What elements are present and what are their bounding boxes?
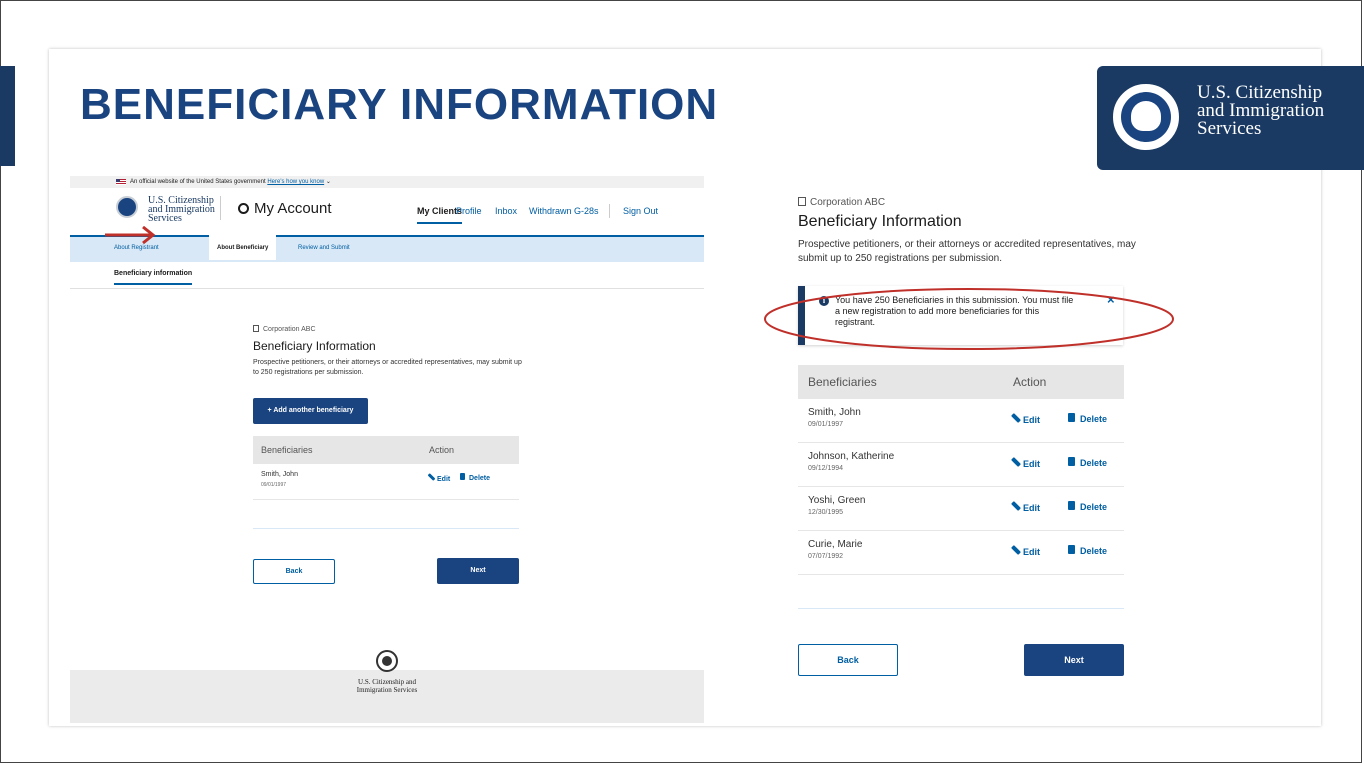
tab-about-registrant[interactable]: About Registrant (114, 245, 159, 251)
beneficiary-name: Curie, Marie (808, 539, 863, 550)
page-title: Beneficiary Information (798, 213, 962, 230)
my-account-title: My Account (238, 200, 332, 217)
pencil-icon (1011, 545, 1021, 555)
building-icon (798, 197, 806, 206)
nav-sign-out[interactable]: Sign Out (623, 206, 658, 216)
beneficiary-name: Yoshi, Green (808, 495, 866, 506)
us-flag-icon (116, 179, 126, 185)
slide-accent-bar (0, 66, 15, 166)
table-row: Smith, John 09/01/1997 Edit Delete (253, 464, 519, 500)
delete-button[interactable]: Delete (1068, 501, 1107, 512)
table-row: Curie, Marie 07/07/1992 Edit Delete (798, 531, 1124, 575)
tab-review-and-submit[interactable]: Review and Submit (298, 245, 350, 251)
header-divider (220, 196, 221, 220)
nav-inbox[interactable]: Inbox (495, 206, 517, 216)
table-row: Yoshi, Green 12/30/1995 Edit Delete (798, 487, 1124, 531)
table-row: Smith, John 09/01/1997 Edit Delete (798, 399, 1124, 443)
site-footer: U.S. Citizenship and Immigration Service… (70, 650, 704, 723)
divider (70, 288, 704, 289)
edit-button[interactable]: Edit (1011, 501, 1040, 513)
delete-button[interactable]: Delete (460, 473, 490, 482)
nav-separator (609, 204, 610, 218)
back-button[interactable]: Back (798, 644, 898, 676)
edit-button[interactable]: Edit (1011, 413, 1040, 425)
footer-logo-text: U.S. Citizenship and Immigration Service… (356, 678, 418, 694)
beneficiary-name: Smith, John (808, 407, 861, 418)
column-header-action: Action (1013, 375, 1047, 389)
divider (798, 608, 1124, 609)
site-header: U.S. Citizenship and Immigration Service… (70, 190, 704, 234)
trash-icon (1068, 457, 1075, 466)
beneficiary-name: Johnson, Katherine (808, 451, 895, 462)
nav-profile[interactable]: Profile (456, 206, 482, 216)
next-button[interactable]: Next (1024, 644, 1124, 676)
uscis-logo-text: U.S. Citizenship and Immigration Service… (1197, 82, 1325, 139)
table-header: Beneficiaries Action (253, 436, 519, 464)
trash-icon (1068, 501, 1075, 510)
divider (253, 528, 519, 529)
pencil-icon (427, 473, 436, 481)
delete-button[interactable]: Delete (1068, 545, 1107, 556)
uscis-seal-icon[interactable] (116, 196, 138, 218)
nav-withdrawn-g28s[interactable]: Withdrawn G-28s (529, 206, 599, 216)
trash-icon (1068, 545, 1075, 554)
company-name: Corporation ABC (253, 324, 316, 333)
pencil-icon (1011, 501, 1021, 511)
beneficiaries-table: Beneficiaries Action Smith, John 09/01/1… (798, 365, 1124, 575)
beneficiary-name: Smith, John (261, 471, 298, 478)
page-title: Beneficiary Information (253, 339, 376, 353)
slide-title: BENEFICIARY INFORMATION (80, 80, 719, 129)
beneficiary-dob: 09/12/1994 (808, 465, 844, 472)
building-icon (253, 325, 259, 332)
trash-icon (460, 473, 465, 480)
pencil-icon (1011, 457, 1021, 467)
beneficiary-dob: 09/01/1997 (261, 482, 287, 488)
column-header-action: Action (429, 445, 455, 455)
delete-button[interactable]: Delete (1068, 413, 1107, 424)
beneficiary-dob: 07/07/1992 (808, 553, 844, 560)
pencil-icon (1011, 413, 1021, 423)
page-description: Prospective petitioners, or their attorn… (798, 239, 1136, 264)
beneficiary-dob: 12/30/1995 (808, 509, 844, 516)
table-row: Johnson, Katherine 09/12/1994 Edit Delet… (798, 443, 1124, 487)
column-header-beneficiaries: Beneficiaries (808, 375, 877, 389)
step-tabs: About Registrant About Beneficiary Revie… (70, 235, 704, 262)
edit-button[interactable]: Edit (427, 473, 450, 483)
section-beneficiary-information[interactable]: Beneficiary information (114, 270, 193, 285)
edit-button[interactable]: Edit (1011, 457, 1040, 469)
gov-banner-link[interactable]: Here's how you know (267, 179, 324, 185)
uscis-header-logo[interactable]: U.S. Citizenship and Immigration Service… (148, 196, 215, 224)
left-screenshot: An official website of the United States… (70, 176, 704, 723)
trash-icon (1068, 413, 1075, 422)
beneficiary-dob: 09/01/1997 (808, 421, 844, 428)
column-header-beneficiaries: Beneficiaries (261, 445, 313, 455)
beneficiaries-table: Beneficiaries Action Smith, John 09/01/1… (253, 436, 519, 500)
red-arrow-icon (105, 226, 156, 244)
user-circle-icon (238, 203, 249, 214)
gov-banner: An official website of the United States… (70, 176, 704, 188)
red-highlight-oval (764, 288, 1174, 350)
delete-button[interactable]: Delete (1068, 457, 1107, 468)
next-button[interactable]: Next (437, 558, 519, 584)
uscis-logo-banner: U.S. Citizenship and Immigration Service… (1097, 66, 1364, 170)
back-button[interactable]: Back (253, 559, 335, 584)
add-beneficiary-button[interactable]: + Add another beneficiary (253, 398, 368, 424)
page-description: Prospective petitioners, or their attorn… (253, 359, 522, 376)
company-name: Corporation ABC (798, 196, 885, 208)
tab-about-beneficiary[interactable]: About Beneficiary (209, 235, 277, 260)
dhs-seal-icon (1111, 82, 1181, 152)
edit-button[interactable]: Edit (1011, 545, 1040, 557)
table-header: Beneficiaries Action (798, 365, 1124, 399)
dhs-seal-icon (376, 650, 398, 672)
